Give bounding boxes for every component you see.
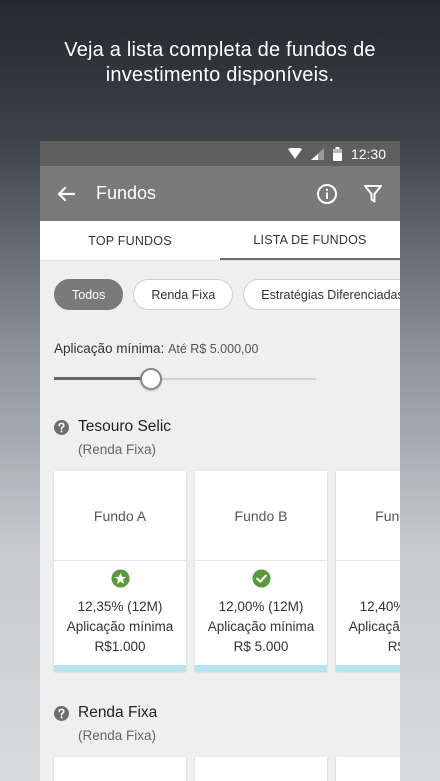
min-application-slider[interactable]: [54, 367, 316, 391]
section-title: Renda Fixa: [78, 704, 158, 721]
section-tesouro-selic: Tesouro Selic (Renda Fixa): [54, 418, 171, 457]
wifi-icon: [287, 147, 302, 160]
phone-screen: 12:30 Fundos TOP FUNDOS LISTA DE FUNDOS …: [40, 141, 400, 781]
promo-line-1: Veja a lista completa de fundos de: [64, 39, 376, 61]
slider-thumb[interactable]: [139, 368, 162, 390]
fund-min-value: R$ 2: [387, 639, 400, 654]
chip-renda-fixa[interactable]: Renda Fixa: [133, 279, 234, 310]
section-title: Tesouro Selic: [78, 418, 172, 435]
chip-todos[interactable]: Todos: [54, 279, 124, 310]
fund-card[interactable]: [54, 757, 186, 781]
card-accent-bar: [336, 665, 400, 671]
section-subtitle: (Renda Fixa): [78, 442, 157, 457]
fund-card[interactable]: Fundo B 12,00% (12M) Aplicação mínima R$…: [195, 471, 327, 671]
promo-line-2: investimento disponíveis.: [105, 64, 335, 86]
fund-card[interactable]: [336, 757, 400, 781]
help-icon[interactable]: [54, 705, 69, 721]
tab-top-fundos[interactable]: TOP FUNDOS: [40, 221, 220, 260]
app-bar: Fundos: [40, 166, 400, 221]
fund-min-value: R$ 5.000: [233, 639, 289, 654]
star-badge-icon: [110, 569, 130, 588]
back-button[interactable]: [40, 166, 92, 221]
card-accent-bar: [195, 665, 327, 671]
fund-cards-row: [54, 757, 400, 781]
chip-estrategias-diferenciadas[interactable]: Estratégias Diferenciadas: [243, 279, 400, 310]
fund-card[interactable]: Fundo A 12,35% (12M) Aplicação mínima R$…: [54, 471, 186, 671]
fund-card[interactable]: Fundo C 12,40% (12M) Aplicação mínima R$…: [336, 471, 400, 671]
help-icon[interactable]: [54, 419, 69, 435]
filter-icon: [364, 184, 382, 202]
battery-icon: [332, 146, 342, 161]
fund-return: 12,40% (12M): [359, 599, 400, 614]
filter-label: Aplicação mínima:: [54, 341, 165, 356]
section-renda-fixa: Renda Fixa (Renda Fixa): [54, 704, 157, 743]
fund-min-value: R$1.000: [94, 639, 146, 654]
status-bar: 12:30: [40, 141, 400, 166]
category-chips: Todos Renda Fixa Estratégias Diferenciad…: [54, 279, 400, 310]
fund-cards-row: Fundo A 12,35% (12M) Aplicação mínima R$…: [54, 471, 400, 671]
info-button[interactable]: [304, 166, 350, 221]
fund-return: 12,35% (12M): [77, 599, 163, 614]
signal-icon: [310, 147, 324, 160]
min-application-filter: Aplicação mínima: Até R$ 5.000,00: [54, 341, 258, 356]
slider-fill: [54, 377, 151, 380]
info-icon: [317, 183, 337, 204]
tab-bar: TOP FUNDOS LISTA DE FUNDOS: [40, 221, 400, 261]
filter-button[interactable]: [350, 166, 396, 221]
arrow-left-icon: [57, 186, 75, 201]
check-badge-icon: [251, 569, 271, 588]
filter-value: Até R$ 5.000,00: [168, 342, 259, 356]
fund-return: 12,00% (12M): [218, 599, 304, 614]
fund-min-label: Aplicação mínima: [66, 619, 174, 634]
promo-text: Veja a lista completa de fundos de inves…: [0, 38, 440, 88]
status-time: 12:30: [350, 145, 386, 162]
fund-name: Fundo C: [336, 471, 400, 561]
badge-placeholder: [336, 569, 400, 597]
tab-lista-de-fundos[interactable]: LISTA DE FUNDOS: [220, 221, 400, 260]
fund-name: Fundo A: [54, 471, 186, 561]
card-accent-bar: [54, 665, 186, 671]
fund-name: Fundo B: [195, 471, 327, 561]
section-subtitle: (Renda Fixa): [78, 728, 157, 743]
page-title: Fundos: [96, 183, 157, 203]
fund-card[interactable]: [195, 757, 327, 781]
fund-min-label: Aplicação mínima: [207, 619, 315, 634]
fund-min-label: Aplicação mínima: [348, 619, 400, 634]
